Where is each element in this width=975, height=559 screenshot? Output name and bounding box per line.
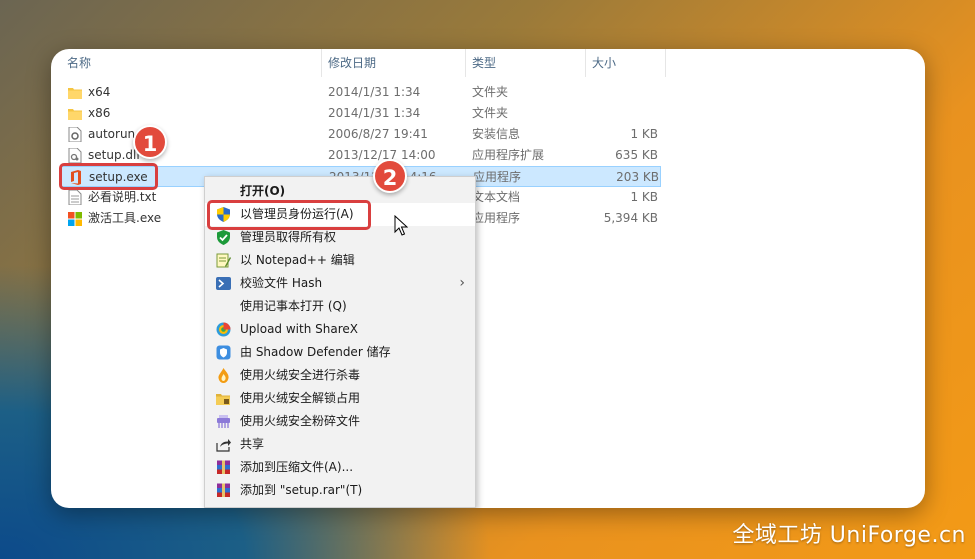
submenu-chevron-icon: › — [459, 275, 465, 291]
winrar-icon — [217, 483, 230, 497]
watermark: 全域工坊 UniForge.cn — [732, 523, 966, 548]
notepad-icon — [216, 253, 231, 268]
menu-item-notepad-plus[interactable]: 以 Notepad++ 编辑 — [205, 249, 475, 272]
app-icon — [68, 212, 82, 226]
folder-icon — [68, 88, 82, 99]
file-row[interactable]: x86 2014/1/31 1:34 文件夹 — [61, 103, 661, 124]
menu-item-huorong-scan[interactable]: 使用火绒安全进行杀毒 — [205, 364, 475, 387]
menu-item-add-setup-rar[interactable]: 添加到 "setup.rar"(T) — [205, 479, 475, 502]
sharex-icon — [216, 322, 231, 337]
menu-item-sharex[interactable]: Upload with ShareX — [205, 318, 475, 341]
menu-item-shadow-defender[interactable]: 由 Shadow Defender 储存 — [205, 341, 475, 364]
folder-icon — [68, 109, 82, 120]
powershell-icon — [216, 277, 231, 290]
step-badge-2: 2 — [373, 159, 407, 193]
share-icon — [216, 439, 231, 452]
step-badge-1: 1 — [133, 125, 167, 159]
column-name[interactable]: 名称 — [61, 49, 320, 77]
settings-file-icon — [68, 127, 82, 142]
file-row[interactable]: x64 2014/1/31 1:34 文件夹 — [61, 82, 661, 103]
column-divider[interactable] — [665, 49, 666, 77]
column-date[interactable]: 修改日期 — [322, 49, 465, 77]
menu-item-add-archive[interactable]: 添加到压缩文件(A)... — [205, 456, 475, 479]
callout-run-as-admin — [207, 200, 371, 230]
green-shield-icon — [217, 230, 230, 245]
shredder-icon — [217, 415, 230, 428]
menu-item-file-hash[interactable]: 校验文件 Hash › — [205, 272, 475, 295]
menu-item-huorong-unlock[interactable]: 使用火绒安全解锁占用 — [205, 387, 475, 410]
callout-setup-exe — [59, 163, 158, 190]
text-file-icon — [68, 190, 82, 205]
menu-item-share[interactable]: 共享 — [205, 433, 475, 456]
huorong-icon — [218, 368, 229, 383]
mouse-cursor-icon — [394, 215, 408, 236]
menu-item-open-notepad[interactable]: 使用记事本打开 (Q) — [205, 295, 475, 318]
winrar-icon — [217, 460, 230, 474]
column-type[interactable]: 类型 — [466, 49, 585, 77]
column-size[interactable]: 大小 — [586, 49, 665, 77]
explorer-window: ^ 名称 修改日期 类型 大小 x64 2014/1/31 1:34 文件夹 x… — [51, 49, 925, 508]
shadow-defender-icon — [216, 345, 231, 360]
folder-lock-icon — [216, 394, 230, 405]
menu-item-huorong-shred[interactable]: 使用火绒安全粉碎文件 — [205, 410, 475, 433]
dll-file-icon — [68, 148, 82, 163]
column-header: ^ 名称 修改日期 类型 大小 — [51, 49, 925, 77]
